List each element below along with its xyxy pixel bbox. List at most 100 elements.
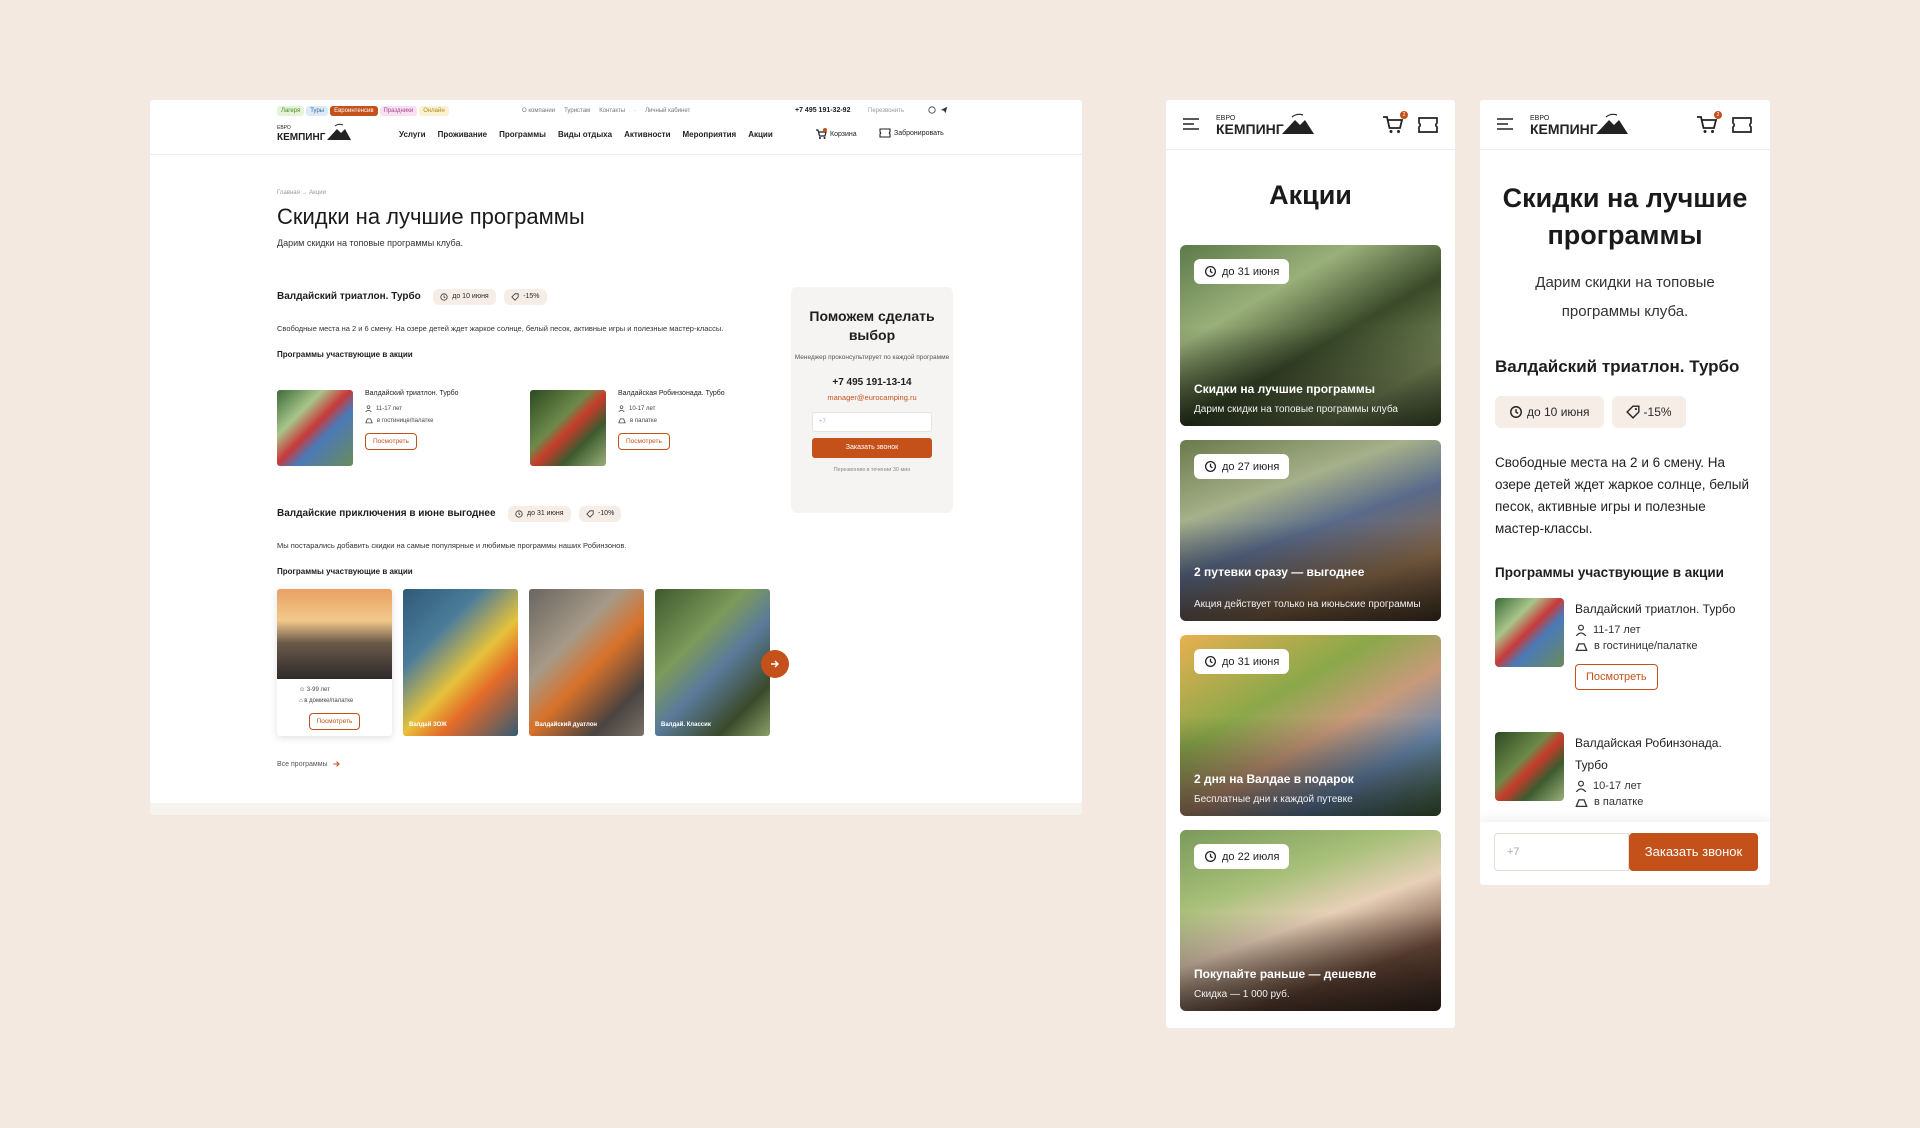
stay-row: ⌂ в домике/палатке <box>277 693 392 704</box>
tag-online[interactable]: Онлайн <box>419 106 449 116</box>
program-stay: в домике/палатке <box>304 698 354 704</box>
nav-contacts[interactable]: Контакты <box>599 108 625 114</box>
date-text: до 22 июля <box>1222 850 1280 863</box>
order-call-button[interactable]: Заказать звонок <box>812 438 932 458</box>
nav-separator: · <box>634 108 637 114</box>
logo-bottom: КЕМПИНГ <box>1216 121 1284 137</box>
promo-title: Скидки на лучшие программы <box>1194 382 1376 396</box>
history-icon <box>1204 265 1217 278</box>
nav-services[interactable]: Услуги <box>399 130 426 139</box>
callback-note: Перезвоним в течении 30 мин <box>833 467 911 473</box>
promo-card[interactable]: до 31 июня 2 дня на Валдае в подарок Бес… <box>1180 635 1441 816</box>
discount-badge: -15% <box>1611 396 1686 428</box>
discount-badge: -10% <box>578 505 622 522</box>
ticket-icon[interactable] <box>1732 117 1752 133</box>
program-card[interactable]: ☺ 3-99 лет ⌂ в домике/палатке Посмотреть <box>277 589 392 736</box>
telegram-icon[interactable] <box>940 106 948 114</box>
stay-row: в гостинице/палатке <box>365 417 459 424</box>
nav-account[interactable]: Личный кабинет <box>645 108 690 114</box>
page-title: Скидки на лучшие программы <box>277 204 585 229</box>
program-card[interactable]: Валдайский дуатлон <box>529 589 644 736</box>
program-thumbnail[interactable] <box>1495 732 1564 801</box>
cart-button[interactable]: Корзина <box>815 128 857 140</box>
nav-accommodation[interactable]: Проживание <box>438 130 487 139</box>
program-thumbnail[interactable] <box>277 390 353 466</box>
date-text: до 31 июня <box>1222 265 1280 278</box>
tag-tours[interactable]: Туры <box>306 106 329 116</box>
promo-subtitle: Акция действует только на июньские прогр… <box>1194 599 1421 610</box>
promo-title: Покупайте раньше — дешевле <box>1194 967 1377 981</box>
person-icon <box>365 405 372 412</box>
callback-link[interactable]: Перезвонить <box>868 108 904 114</box>
help-text: Менеджер проконсультирует по каждой прог… <box>794 354 950 361</box>
program-item: Валдайская Робинзонада. Турбо 10-17 лет … <box>530 390 725 466</box>
cart-icon[interactable]: 2 <box>1696 111 1722 134</box>
nav-events[interactable]: Мероприятия <box>683 130 737 139</box>
menu-icon[interactable] <box>1496 117 1514 131</box>
accommodation-icon: ⌂ <box>299 698 303 704</box>
order-call-button[interactable]: Заказать звонок <box>1629 833 1758 871</box>
accommodation-icon <box>365 417 373 424</box>
help-phone[interactable]: +7 495 191-13-14 <box>791 377 953 388</box>
participating-heading: Программы участвующие в акции <box>277 567 413 576</box>
program-name: Валдайская Робинзонада. Турбо <box>1575 736 1722 772</box>
cart-icon[interactable]: 2 <box>1382 111 1408 134</box>
carousel-next-button[interactable] <box>761 650 789 678</box>
program-thumbnail[interactable] <box>1495 598 1564 667</box>
phone-input[interactable]: +7 <box>1494 833 1629 871</box>
logo[interactable]: ЕВРО КЕМПИНГ <box>1216 112 1326 143</box>
tag-camps[interactable]: Лагеря <box>277 106 305 116</box>
mobile-promo-detail-page: ЕВРО КЕМПИНГ 2 Скидки на лучшие программ… <box>1480 100 1770 885</box>
view-program-button[interactable]: Посмотреть <box>618 433 670 450</box>
age-row: 11-17 лет <box>365 405 459 412</box>
nav-promotions[interactable]: Акции <box>748 130 773 139</box>
promo-subtitle: Дарим скидки на топовые программы клуба <box>1194 404 1398 415</box>
help-title: Поможем сделать выбор <box>809 308 935 343</box>
history-icon <box>515 510 523 518</box>
promo-card[interactable]: до 31 июня Скидки на лучшие программы Да… <box>1180 245 1441 426</box>
view-program-button[interactable]: Посмотреть <box>308 713 361 730</box>
help-email[interactable]: manager@eurocamping.ru <box>791 393 953 402</box>
callback-bar: +7 Заказать звонок <box>1480 822 1770 885</box>
logo-top: ЕВРО <box>277 125 291 131</box>
desktop-page: Лагеря Туры Евроинтенсив Праздники Онлай… <box>150 100 1082 815</box>
program-thumbnail[interactable] <box>530 390 606 466</box>
promo-subtitle: Скидка — 1 000 руб. <box>1194 989 1290 1000</box>
book-button[interactable]: Забронировать <box>879 128 944 138</box>
category-tags: Лагеря Туры Евроинтенсив Праздники Онлай… <box>277 106 449 116</box>
date-badge: до 27 июня <box>1194 454 1290 479</box>
whatsapp-icon[interactable] <box>928 106 936 114</box>
menu-icon[interactable] <box>1182 117 1200 131</box>
logo[interactable]: ЕВРО КЕМПИНГ <box>1530 112 1640 143</box>
tag-intensive[interactable]: Евроинтенсив <box>330 106 378 116</box>
all-programs-link[interactable]: Все программы <box>277 760 341 768</box>
phone-input[interactable]: +7 <box>812 412 932 432</box>
view-program-button[interactable]: Посмотреть <box>1575 664 1658 690</box>
person-icon: ☺ <box>299 687 306 693</box>
nav-tourists[interactable]: Туристам <box>564 108 590 114</box>
header-phone[interactable]: +7 495 191-32-92 <box>795 107 850 114</box>
ticket-icon[interactable] <box>1418 117 1438 133</box>
program-stay: в гостинице/палатке <box>1594 640 1698 652</box>
nav-activities[interactable]: Активности <box>624 130 670 139</box>
main-nav: Услуги Проживание Программы Виды отдыха … <box>399 130 773 139</box>
promo-section-1: Валдайский триатлон. Турбо до 10 июня -1… <box>277 288 737 359</box>
breadcrumb[interactable]: Главная → Акции <box>277 190 326 196</box>
program-card[interactable]: Валдай. Классик <box>655 589 770 736</box>
program-card-title: Валдай ЗОЖ <box>409 722 447 728</box>
tag-holidays[interactable]: Праздники <box>379 106 418 116</box>
mobile-promotions-page: ЕВРО КЕМПИНГ 2 Акции до 31 июня Скидки н… <box>1166 100 1455 1028</box>
program-card[interactable]: Валдай ЗОЖ <box>403 589 518 736</box>
date-badge: до 10 июня <box>1495 396 1604 428</box>
promo-card[interactable]: до 27 июня 2 путевки сразу — выгоднее Ак… <box>1180 440 1441 621</box>
promo-title: 2 путевки сразу — выгоднее <box>1194 565 1365 579</box>
book-label: Забронировать <box>894 129 944 137</box>
nav-about[interactable]: О компании <box>522 108 555 114</box>
nav-programs[interactable]: Программы <box>499 130 546 139</box>
date-badge: до 10 июня <box>433 288 496 305</box>
promo-card[interactable]: до 22 июля Покупайте раньше — дешевле Ск… <box>1180 830 1441 1011</box>
view-program-button[interactable]: Посмотреть <box>365 433 417 450</box>
date-text: до 10 июня <box>452 293 489 301</box>
logo[interactable]: ЕВРО КЕМПИНГ <box>277 122 367 149</box>
nav-leisure[interactable]: Виды отдыха <box>558 130 612 139</box>
